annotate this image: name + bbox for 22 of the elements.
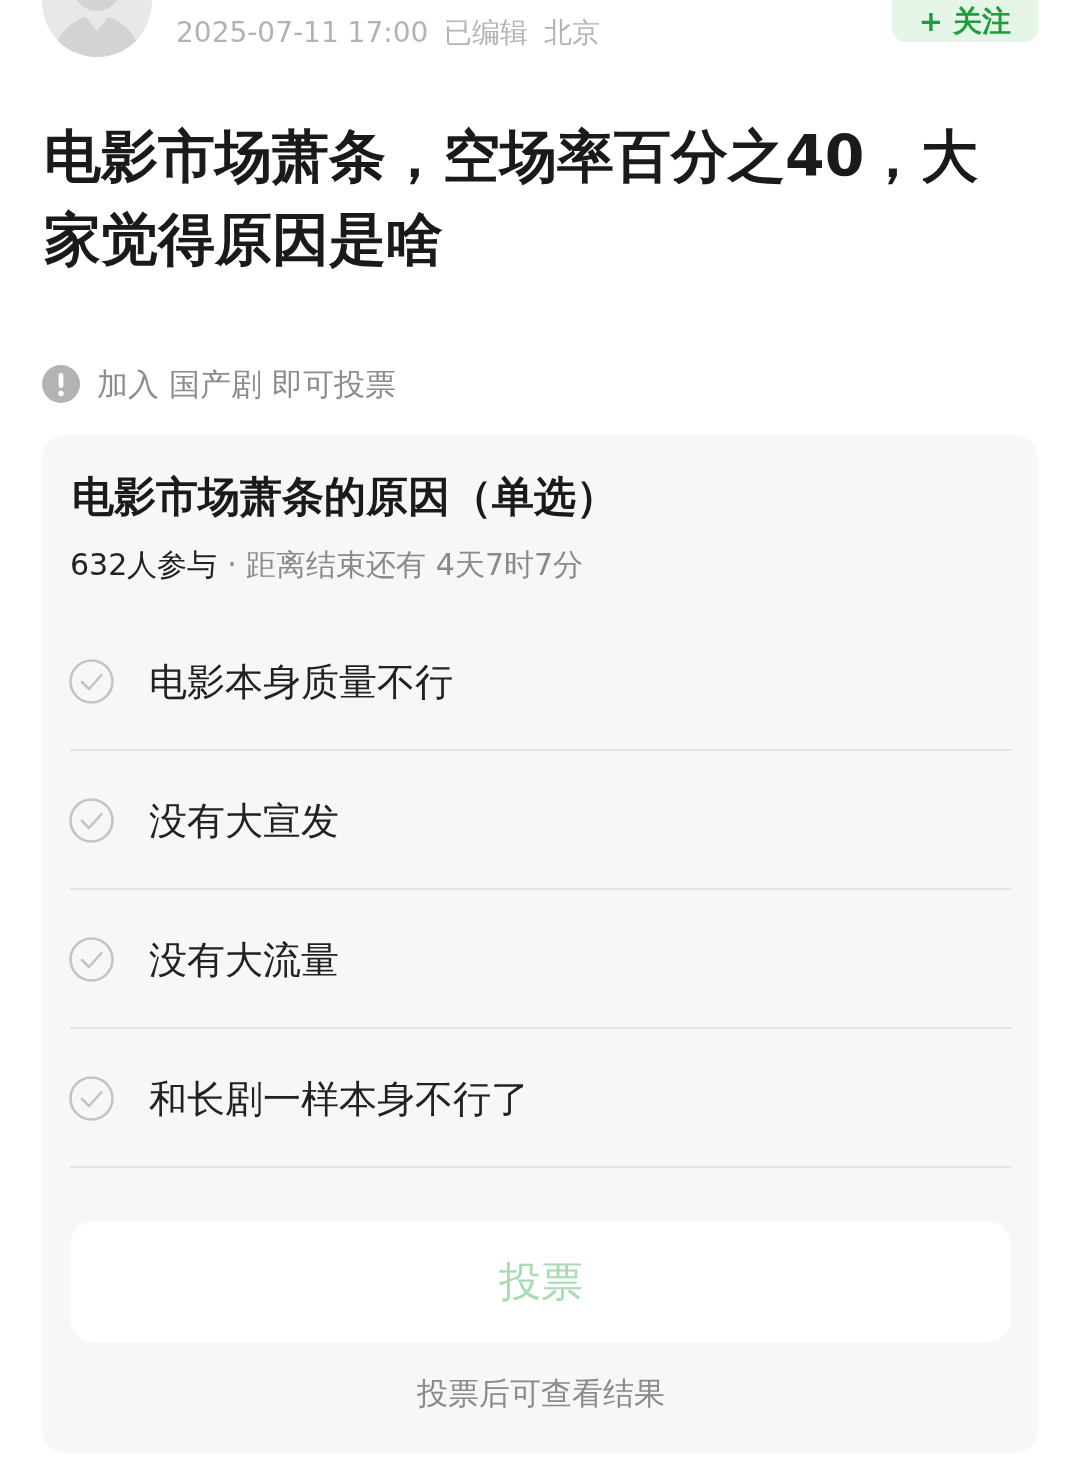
countdown-text: · 距离结束还有 4天7时7分 [227,546,584,584]
check-circle-icon[interactable] [69,798,114,843]
poll-option[interactable]: 没有大流量 [70,890,1011,1029]
exclamation-icon [42,365,80,403]
poll-option[interactable]: 和长剧一样本身不行了 [70,1029,1011,1168]
participant-count: 632人参与 [70,546,218,584]
location-label: 北京 [544,16,601,50]
option-label: 和长剧一样本身不行了 [149,1075,529,1123]
option-label: 没有大宣发 [149,797,339,845]
results-hint: 投票后可查看结果 [416,1375,665,1411]
check-circle-icon[interactable] [69,1076,114,1121]
check-circle-icon[interactable] [69,659,114,704]
poll-title: 电影市场萧条的原因（单选） [72,471,619,523]
post-title: 电影市场萧条，空场率百分之40，大家觉得原因是啥 [44,122,980,274]
edited-label: 已编辑 [444,16,529,50]
poll-option[interactable]: 没有大宣发 [70,751,1011,890]
poll-option[interactable]: 电影本身质量不行 [70,612,1011,751]
post-timestamp: 2025-07-11 17:00 [176,16,429,50]
option-label: 没有大流量 [149,936,339,984]
check-circle-icon[interactable] [69,937,114,982]
join-notice: 加入 国产剧 即可投票 [97,365,396,403]
option-label: 电影本身质量不行 [149,658,453,706]
